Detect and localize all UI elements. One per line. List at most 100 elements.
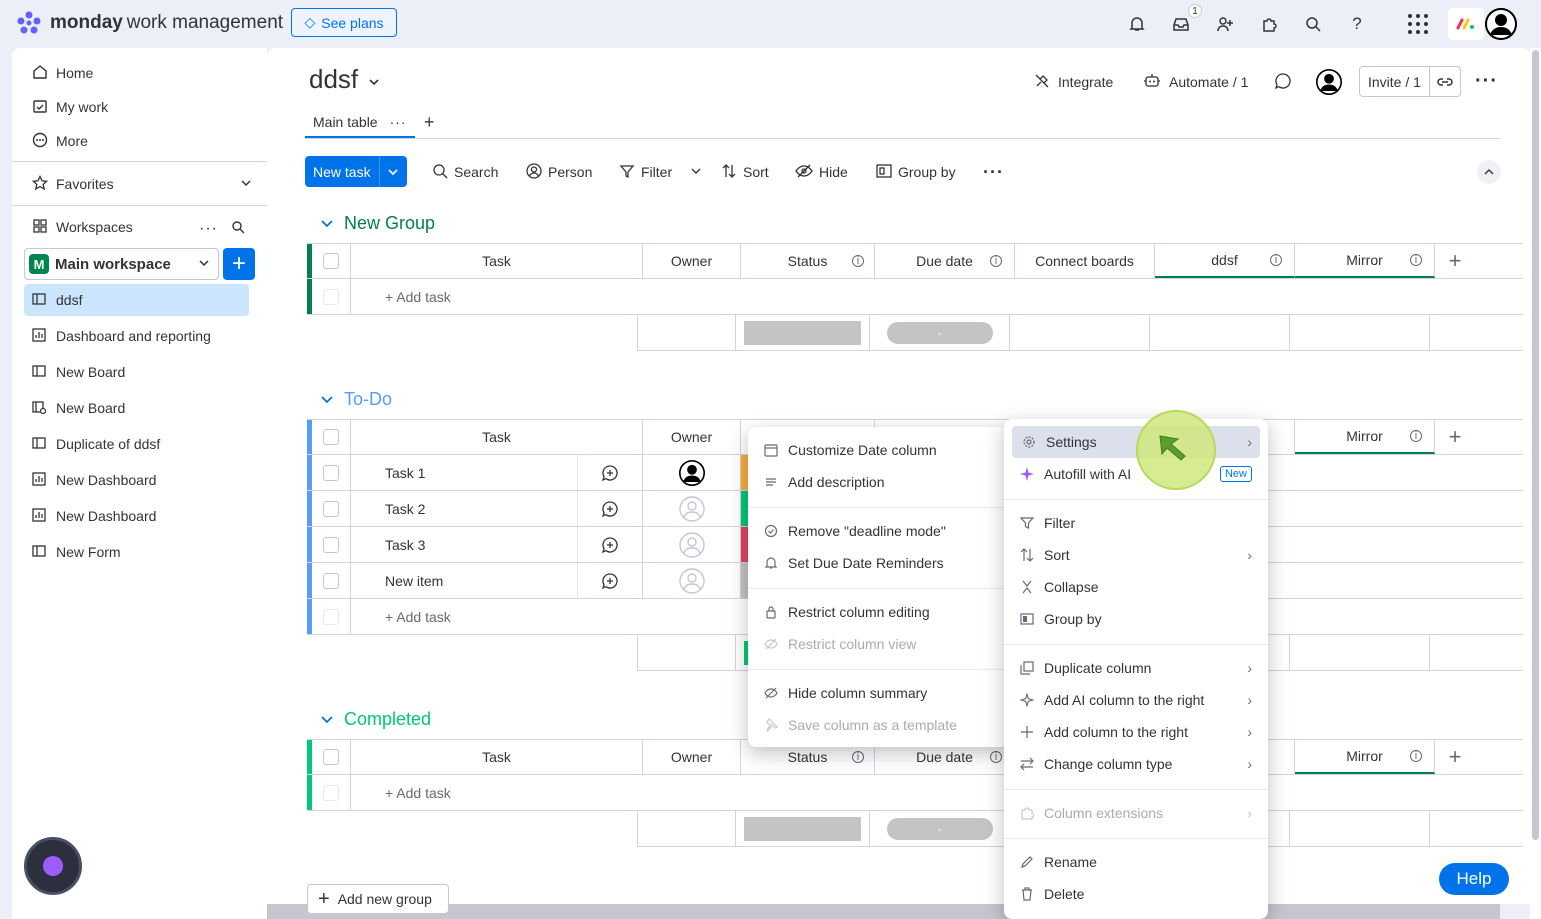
owner-cell[interactable] [643, 527, 741, 562]
select-all-cell[interactable] [312, 244, 351, 278]
sidebar-item-my-work[interactable]: My work [32, 92, 252, 122]
column-header-task[interactable]: Task [351, 420, 643, 454]
info-icon[interactable]: i [990, 255, 1002, 267]
add-column-button[interactable]: + [1435, 420, 1475, 454]
row-checkbox[interactable] [323, 500, 339, 517]
column-header-task[interactable]: Task [351, 244, 643, 278]
invite-button[interactable]: Invite / 1 [1359, 66, 1461, 97]
task-name-cell[interactable]: Task 2 [351, 491, 578, 526]
owner-cell[interactable] [643, 455, 741, 490]
chevron-down-icon[interactable] [690, 164, 702, 180]
column-header-status[interactable]: Status i [741, 244, 875, 278]
search-button[interactable]: Search [432, 160, 498, 184]
sidebar-board-new-board[interactable]: New Board [24, 356, 249, 388]
workspace-selector[interactable]: M Main workspace [24, 248, 219, 280]
row-checkbox[interactable] [323, 464, 339, 481]
row-checkbox-cell[interactable] [312, 563, 351, 598]
add-view-button[interactable]: + [424, 112, 435, 133]
select-all-checkbox[interactable] [323, 253, 339, 269]
select-all-checkbox[interactable] [323, 429, 339, 445]
menu-item-set-due-date-reminders[interactable]: Set Due Date Reminders [748, 547, 1010, 579]
link-icon[interactable] [1430, 76, 1460, 88]
sidebar-board-ddsf[interactable]: ddsf [24, 284, 249, 316]
add-task-input[interactable]: + Add task [351, 775, 1523, 810]
menu-item-sort[interactable]: Sort › [1004, 539, 1268, 571]
menu-item-delete[interactable]: Delete [1004, 878, 1268, 910]
select-all-cell[interactable] [312, 420, 351, 454]
add-update-button[interactable] [578, 527, 643, 562]
horizontal-scrollbar[interactable] [267, 904, 1500, 919]
workspace-more-icon[interactable]: ··· [199, 220, 218, 238]
monday-product-icon[interactable] [1448, 8, 1484, 40]
filter-button[interactable]: Filter [619, 160, 702, 184]
owner-cell[interactable] [643, 491, 741, 526]
row-checkbox-cell[interactable] [312, 455, 351, 490]
vertical-scrollbar[interactable] [1532, 50, 1539, 840]
toolbar-more-icon[interactable]: ··· [983, 162, 1004, 183]
integrate-button[interactable]: Integrate [1034, 70, 1113, 94]
group-header-new-group[interactable]: New Group [320, 209, 435, 237]
chevron-down-icon[interactable] [380, 166, 407, 178]
column-header-mirror[interactable]: Mirror i [1295, 244, 1435, 278]
column-header-task[interactable]: Task [351, 740, 643, 774]
row-checkbox-cell[interactable] [312, 527, 351, 562]
collapse-header-button[interactable] [1477, 160, 1501, 184]
add-new-group-button[interactable]: + Add new group [307, 884, 449, 914]
menu-item-add-ai-column-right[interactable]: Add AI column to the right › [1004, 684, 1268, 716]
row-checkbox[interactable] [323, 572, 339, 589]
sidebar-favorites[interactable]: Favorites [31, 169, 252, 199]
column-header-mirror[interactable]: Mirror i [1295, 740, 1435, 774]
bell-icon[interactable] [1125, 12, 1149, 36]
menu-item-remove-deadline-mode[interactable]: Remove "deadline mode" [748, 515, 1010, 547]
column-header-connect-boards[interactable]: Connect boards [1015, 244, 1155, 278]
owner-cell[interactable] [643, 563, 741, 598]
menu-item-duplicate-column[interactable]: Duplicate column › [1004, 652, 1268, 684]
column-header-owner[interactable]: Owner [643, 244, 741, 278]
add-task-input[interactable]: + Add task [351, 279, 1523, 314]
add-column-button[interactable]: + [1435, 740, 1475, 774]
info-icon[interactable]: i [990, 751, 1002, 763]
user-avatar[interactable] [1485, 8, 1517, 40]
new-task-button[interactable]: New task [305, 156, 407, 187]
sidebar-board-dashboard-reporting[interactable]: Dashboard and reporting [24, 320, 249, 352]
menu-item-autofill-ai[interactable]: Autofill with AI New [1004, 458, 1268, 490]
menu-item-filter[interactable]: Filter [1004, 507, 1268, 539]
sidebar-board-new-dashboard[interactable]: New Dashboard [24, 464, 249, 496]
person-filter-button[interactable]: Person [526, 160, 592, 184]
board-more-icon[interactable]: ··· [1475, 70, 1498, 93]
tab-main-table[interactable]: Main table ··· [305, 108, 415, 138]
automate-button[interactable]: Automate / 1 [1143, 70, 1248, 94]
add-update-button[interactable] [578, 491, 643, 526]
add-update-button[interactable] [578, 455, 643, 490]
see-plans-button[interactable]: ◇ See plans [291, 8, 397, 37]
comment-icon[interactable] [1274, 72, 1292, 93]
column-header-owner[interactable]: Owner [643, 740, 741, 774]
task-name-cell[interactable]: Task 3 [351, 527, 578, 562]
task-name-cell[interactable]: New item [351, 563, 578, 598]
hide-button[interactable]: Hide [795, 160, 848, 184]
menu-item-add-description[interactable]: Add description [748, 466, 1010, 498]
board-owner-avatar[interactable] [1316, 69, 1342, 95]
menu-item-change-column-type[interactable]: Change column type › [1004, 748, 1268, 780]
group-header-completed[interactable]: Completed [320, 705, 431, 733]
sidebar-board-duplicate-ddsf[interactable]: Duplicate of ddsf [24, 428, 249, 460]
sidebar-item-home[interactable]: Home [32, 58, 252, 88]
menu-item-hide-column-summary[interactable]: Hide column summary [748, 677, 1010, 709]
apps-puzzle-icon[interactable] [1257, 12, 1281, 36]
info-icon[interactable]: i [1410, 430, 1422, 442]
sidebar-board-new-board-shared[interactable]: New Board [24, 392, 249, 424]
add-column-button[interactable]: + [1435, 244, 1475, 278]
info-icon[interactable]: i [1410, 750, 1422, 762]
select-all-cell[interactable] [312, 740, 351, 774]
tab-more-icon[interactable]: ··· [390, 114, 407, 130]
monday-logo[interactable]: monday work management [16, 10, 283, 36]
row-checkbox-cell[interactable] [312, 491, 351, 526]
help-question-icon[interactable]: ? [1345, 12, 1369, 36]
info-icon[interactable]: i [1270, 254, 1282, 266]
add-workspace-item-button[interactable]: + [223, 248, 255, 280]
menu-item-add-column-right[interactable]: Add column to the right › [1004, 716, 1268, 748]
menu-item-customize-date-column[interactable]: Customize Date column [748, 434, 1010, 466]
info-icon[interactable]: i [1410, 254, 1422, 266]
search-icon[interactable] [1301, 12, 1325, 36]
ai-assistant-button[interactable] [24, 837, 82, 895]
